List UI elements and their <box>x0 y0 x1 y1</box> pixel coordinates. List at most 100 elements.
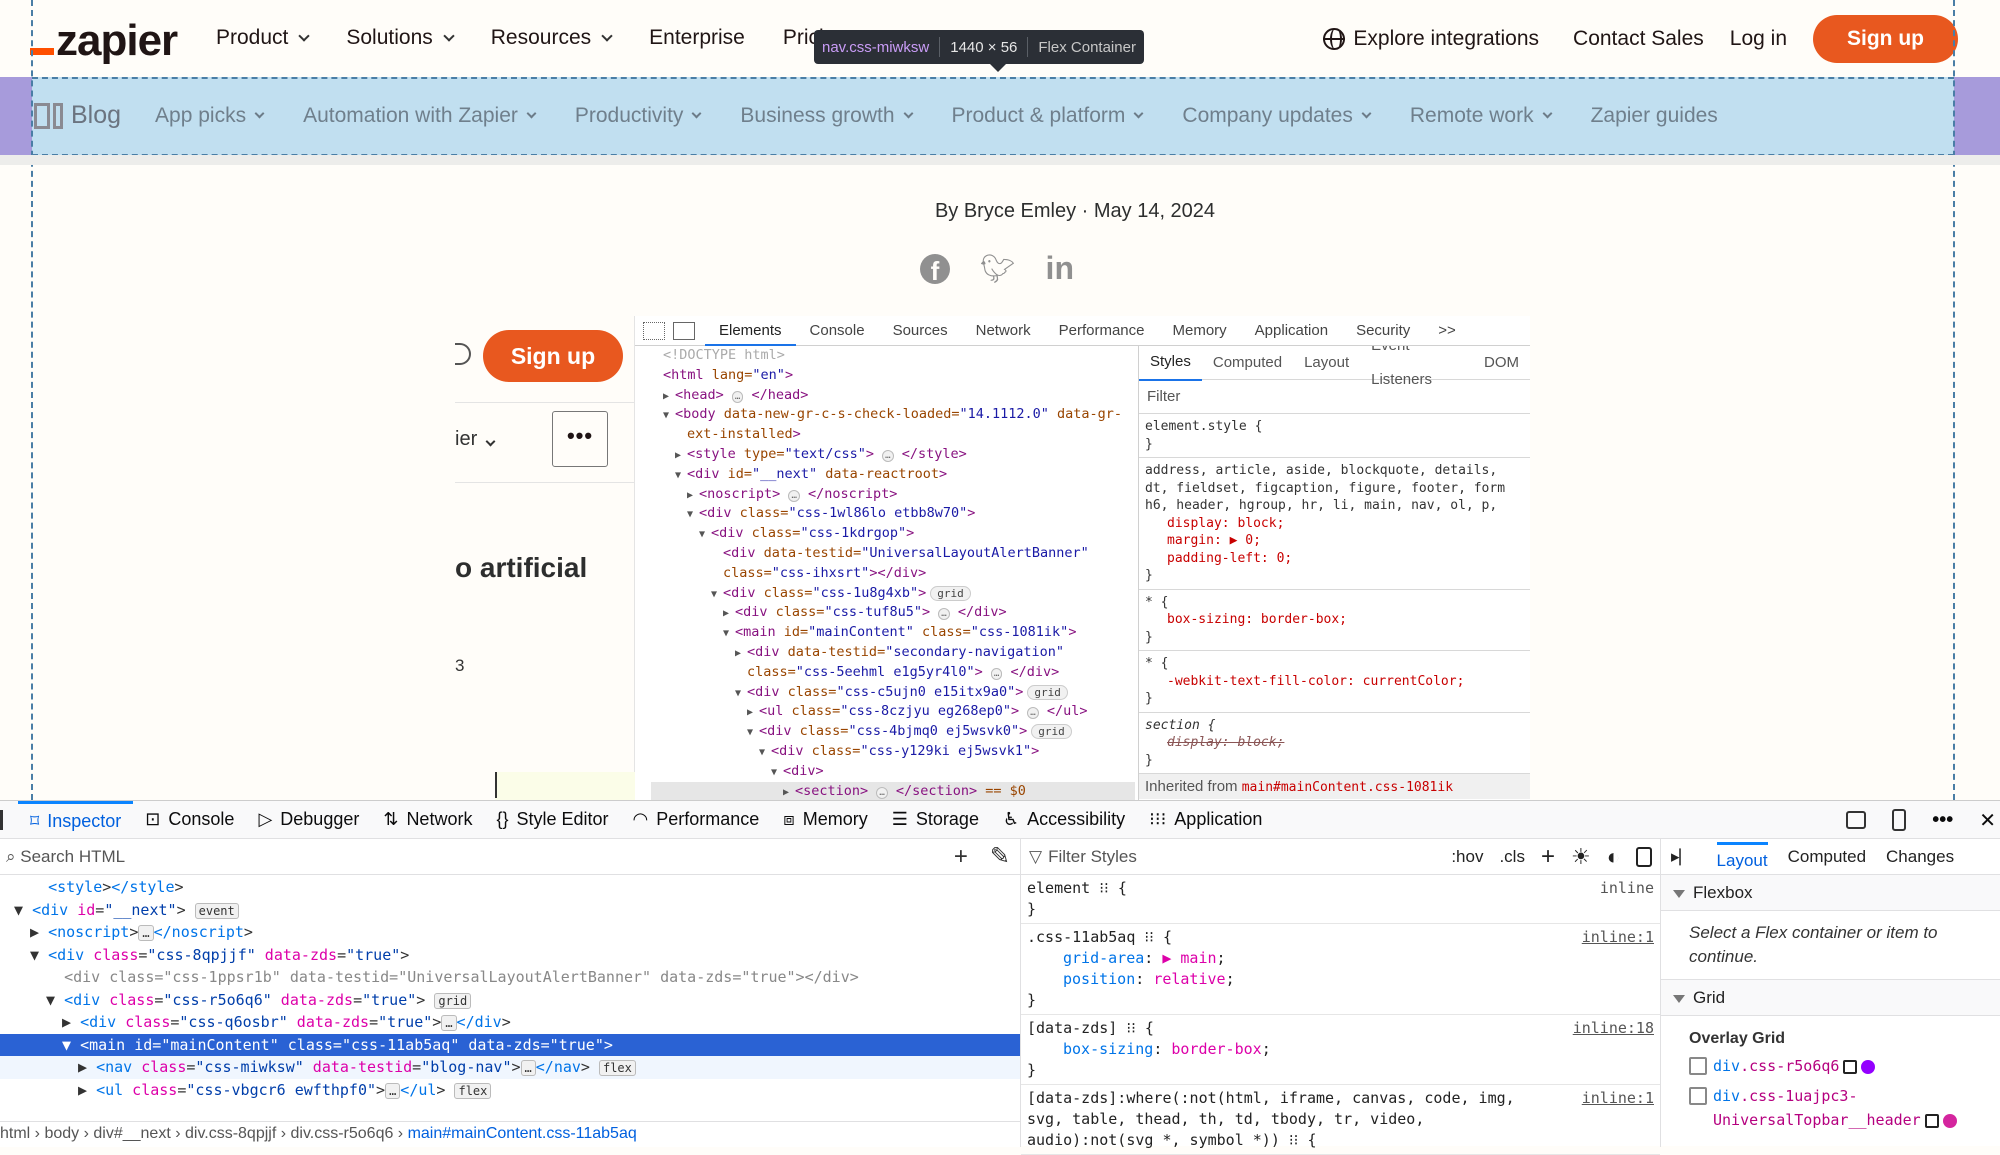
highlight-target-icon[interactable] <box>1924 1113 1939 1128</box>
blog-nav-item-app-picks[interactable]: App picks <box>155 104 265 128</box>
sign-up-button[interactable]: Sign up <box>1813 15 1958 63</box>
css-declaration[interactable]: position: relative; <box>1027 969 1654 990</box>
search-html-input[interactable]: ⌕ Search HTML + ✎ <box>0 839 1020 875</box>
dom-node[interactable]: ▼ <div class="css-y129ki ej5wsvk1"> <box>651 742 1135 762</box>
markup-node[interactable]: ▶ <div class="css-q6osbr" data-zds="true… <box>0 1011 1020 1034</box>
expand-arrow-icon[interactable]: ▶ <box>78 1081 96 1099</box>
grid-checkbox[interactable] <box>1689 1057 1707 1075</box>
blog-nav-item-zapier-guides[interactable]: Zapier guides <box>1591 104 1718 128</box>
markup-node[interactable]: ▶ <ul class="css-vbgcr6 ewfthpf0">… </ul>… <box>0 1079 1020 1102</box>
flexbox-section-header[interactable]: Flexbox <box>1661 875 2000 911</box>
layout-badge[interactable]: grid <box>434 992 472 1009</box>
pick-element-icon[interactable] <box>0 809 14 830</box>
dom-node[interactable]: ext-installed> <box>651 425 1135 445</box>
more-options-icon[interactable]: ••• <box>1932 809 1953 832</box>
expand-arrow-icon[interactable]: ▼ <box>30 946 48 964</box>
hover-pseudo-toggle[interactable]: :hov <box>1451 847 1483 867</box>
layout-badge[interactable]: flex <box>598 1060 636 1076</box>
css-declaration[interactable]: box-sizing: border-box; <box>1027 1039 1654 1060</box>
eyedropper-icon[interactable]: ✎ <box>990 839 1010 875</box>
filter-styles-input[interactable]: Filter Styles <box>1048 847 1137 867</box>
devtools-tab-memory[interactable]: ⧈ Memory <box>771 801 879 839</box>
layout-badge[interactable]: grid <box>1027 684 1068 700</box>
dom-node[interactable]: ▼ <div class="css-1u8g4xb"> grid <box>651 584 1135 604</box>
blog-nav-item-company-updates[interactable]: Company updates <box>1182 104 1372 128</box>
grid-color-swatch[interactable] <box>1861 1059 1876 1074</box>
expand-arrow-icon[interactable]: ▼ <box>675 466 687 486</box>
devtools-tab-console[interactable]: ⊡ Console <box>133 801 246 839</box>
dom-node[interactable]: class="css-ihxsrt"></div> <box>651 564 1135 584</box>
collapse-arrow-icon[interactable]: ▶ <box>687 486 699 506</box>
collapse-arrow-icon[interactable]: ▶ <box>783 783 795 800</box>
grid-section-header[interactable]: Grid <box>1661 980 2000 1016</box>
dark-mode-icon[interactable]: ◐ <box>1607 844 1620 870</box>
expand-arrow-icon[interactable]: ▶ <box>62 1013 80 1031</box>
expand-arrow-icon[interactable]: ▼ <box>723 624 735 644</box>
devtools-tab-inspector[interactable]: ⌑ Inspector <box>18 800 134 839</box>
css-declaration[interactable]: grid-area: ▶ main; <box>1027 948 1654 969</box>
collapse-arrow-icon[interactable]: ▶ <box>675 446 687 466</box>
blog-nav-item-product-platform[interactable]: Product & platform <box>952 104 1144 128</box>
class-toggle[interactable]: .cls <box>1499 847 1525 867</box>
breadcrumb-item[interactable]: body <box>44 1125 79 1142</box>
dom-node[interactable]: ▼ <body data-new-gr-c-s-check-loaded="14.… <box>651 405 1135 425</box>
markup-node[interactable]: ▼ <div id="__next"> event <box>0 899 1020 922</box>
dom-node[interactable]: ▼ <main id="mainContent" class="css-1081i… <box>651 623 1135 643</box>
dom-node[interactable]: ▼ <div id="__next" data-reactroot> <box>651 465 1135 485</box>
nav-item-enterprise[interactable]: Enterprise <box>649 26 745 50</box>
dock-icon[interactable] <box>1846 811 1867 829</box>
facebook-icon[interactable]: f <box>920 253 950 284</box>
breadcrumb-item[interactable]: div#__next <box>93 1125 170 1142</box>
devtools-tab-accessibility[interactable]: ♿︎ Accessibility <box>991 801 1137 839</box>
sidebar-tab-changes[interactable]: Changes <box>1886 847 1954 867</box>
breadcrumb-item[interactable]: main#mainContent.css-11ab5aq <box>408 1125 637 1142</box>
devtools-tab-storage[interactable]: ☰ Storage <box>880 801 991 839</box>
expand-arrow-icon[interactable]: ▼ <box>663 406 675 426</box>
markup-node[interactable]: ▶ <nav class="css-miwksw" data-testid="b… <box>0 1056 1020 1079</box>
expand-arrow-icon[interactable]: ▼ <box>62 1036 80 1054</box>
nav-item-product[interactable]: Product <box>216 26 311 50</box>
expand-arrow-icon[interactable]: ▼ <box>699 525 711 545</box>
twitter-icon[interactable]: 🐦︎ <box>980 252 1016 285</box>
blog-nav-item-business-growth[interactable]: Business growth <box>740 104 913 128</box>
linkedin-icon[interactable]: in <box>1046 250 1074 287</box>
dom-node[interactable]: ▼ <div class="css-c5ujn0 e15itx9a0"> grid <box>651 683 1135 703</box>
zapier-logo[interactable]: zapier <box>30 16 178 66</box>
log-in-link[interactable]: Log in <box>1730 27 1787 51</box>
dom-node[interactable]: ▶ <noscript> … </noscript> <box>651 485 1135 505</box>
dom-node[interactable]: ▼ <div class="css-1wl86lo etbb8w70"> <box>651 504 1135 524</box>
responsive-icon[interactable] <box>1892 809 1907 831</box>
explore-integrations-link[interactable]: Explore integrations <box>1323 27 1539 51</box>
dom-node[interactable]: <html lang="en"> <box>651 366 1135 386</box>
expand-arrow-icon[interactable]: ▶ <box>30 923 48 941</box>
dom-node[interactable]: ▶ <style type="text/css"> … </style> <box>651 445 1135 465</box>
sidebar-tab-layout[interactable]: Layout <box>1716 842 1768 871</box>
markup-node[interactable]: <div class="css-1ppsr1b" data-testid="Un… <box>0 966 1020 989</box>
dom-node[interactable]: <!DOCTYPE html> <box>651 346 1135 366</box>
dom-node[interactable]: ▶ <div data-testid="secondary-navigation" <box>651 643 1135 663</box>
grid-checkbox[interactable] <box>1689 1087 1707 1105</box>
light-mode-icon[interactable]: ☀ <box>1571 844 1591 870</box>
breadcrumb-item[interactable]: div.css-r5o6q6 <box>291 1125 394 1142</box>
sidebar-tab-computed[interactable]: Computed <box>1788 847 1866 867</box>
dom-node[interactable]: ▼ <div class="css-1kdrgop"> <box>651 524 1135 544</box>
blog-nav-item-productivity[interactable]: Productivity <box>575 104 702 128</box>
expand-arrow-icon[interactable]: ▼ <box>687 505 699 525</box>
markup-node[interactable]: ▶ <noscript>… </noscript> <box>0 921 1020 944</box>
rule-source-link[interactable]: inline:1 <box>1582 927 1654 948</box>
dom-node[interactable]: ▶ <ul class="css-8czjyu eg268ep0"> … </ul… <box>651 702 1135 722</box>
collapse-arrow-icon[interactable]: ▶ <box>747 703 759 723</box>
rule-source-link[interactable]: inline:18 <box>1573 1018 1654 1039</box>
expand-arrow-icon[interactable]: ▼ <box>46 991 64 1009</box>
markup-node[interactable]: ▼ <main id="mainContent" class="css-11ab… <box>0 1033 1020 1056</box>
expand-arrow-icon[interactable]: ▶ <box>78 1058 96 1076</box>
collapse-arrow-icon[interactable]: ▶ <box>735 644 747 664</box>
close-icon[interactable]: ✕ <box>1979 808 1996 833</box>
markup-node[interactable]: <style></style> <box>0 876 1020 899</box>
expand-arrow-icon[interactable]: ▼ <box>14 901 32 919</box>
devtools-tab-network[interactable]: ⇅ Network <box>371 801 484 839</box>
dom-node[interactable]: <div data-testid="UniversalLayoutAlertBa… <box>651 544 1135 564</box>
dom-node[interactable]: ▼ <div> <box>651 762 1135 782</box>
collapse-arrow-icon[interactable]: ▶ <box>663 387 675 407</box>
dom-node[interactable]: class="css-5eehml e1g5yr4l0"> … </div> <box>651 663 1135 683</box>
